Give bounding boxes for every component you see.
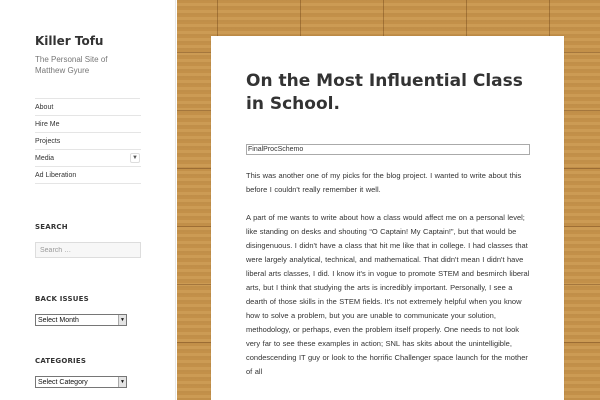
nav-item-label: About <box>35 103 54 111</box>
month-select-value: Select Month <box>38 316 79 324</box>
search-widget: SEARCH <box>35 223 141 258</box>
nav-item-about[interactable]: About <box>35 99 141 116</box>
nav-item-label: Hire Me <box>35 120 60 128</box>
site-title[interactable]: Killer Tofu <box>35 34 140 48</box>
nav-item-ad-liberation[interactable]: Ad Liberation <box>35 167 141 184</box>
category-select-value: Select Category <box>38 378 88 386</box>
chevron-down-icon[interactable]: ▼ <box>130 153 140 163</box>
dropdown-arrow-icon: ▼ <box>118 377 126 387</box>
post-paragraph: A part of me wants to write about how a … <box>246 213 530 376</box>
categories-widget: CATEGORIES Select Category ▼ <box>35 357 140 388</box>
nav-item-projects[interactable]: Projects <box>35 133 141 150</box>
nav-item-media[interactable]: Media ▼ <box>35 150 141 167</box>
categories-title: CATEGORIES <box>35 357 87 365</box>
nav-item-label: Ad Liberation <box>35 171 77 179</box>
dropdown-arrow-icon: ▼ <box>118 315 126 325</box>
back-issues-title: BACK ISSUES <box>35 295 89 303</box>
month-select[interactable]: Select Month ▼ <box>35 314 127 326</box>
post-title: On the Most Influential Class in School. <box>246 71 523 114</box>
nav-item-hire-me[interactable]: Hire Me <box>35 116 141 133</box>
broken-image-alt: FinalProcSchemo <box>246 144 530 155</box>
sidebar: Killer Tofu The Personal Site of Matthew… <box>0 0 176 400</box>
back-issues-widget: BACK ISSUES Select Month ▼ <box>35 295 140 326</box>
search-widget-title: SEARCH <box>35 223 68 231</box>
category-select[interactable]: Select Category ▼ <box>35 376 127 388</box>
site-description: The Personal Site of Matthew Gyure <box>35 55 108 75</box>
post-card: On the Most Influential Class in School.… <box>211 36 564 400</box>
main-nav: About Hire Me Projects Media ▼ Ad Libera… <box>35 98 141 184</box>
nav-item-label: Media <box>35 154 55 162</box>
nav-item-label: Projects <box>35 137 61 145</box>
post-paragraph: This was another one of my picks for the… <box>246 171 522 194</box>
search-input[interactable] <box>35 242 141 258</box>
